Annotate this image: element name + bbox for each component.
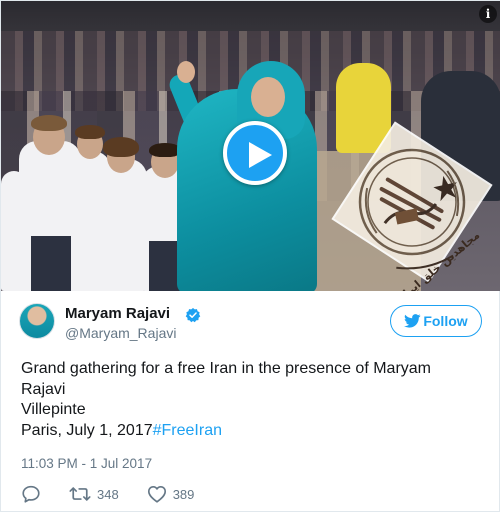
retweet-button[interactable]: 348: [69, 486, 119, 502]
hashtag-link[interactable]: #FreeIran: [153, 422, 222, 439]
follow-button[interactable]: Follow: [390, 305, 482, 337]
tweet-timestamp[interactable]: 11:03 PM - 1 Jul 2017: [21, 456, 152, 471]
retweet-icon: [69, 487, 91, 501]
like-button[interactable]: 389: [147, 485, 195, 503]
retweet-count: 348: [97, 486, 119, 502]
verified-badge-icon: [185, 308, 201, 323]
avatar[interactable]: [19, 303, 55, 339]
info-button[interactable]: i: [479, 5, 497, 23]
reply-icon: [22, 485, 40, 503]
tweet-text-line-with-hashtag: Paris, July 1, 2017#FreeIran: [21, 421, 481, 442]
embedded-tweet-card: مجاهدین خلق ایران i Maryam Rajavi @Marya…: [0, 0, 500, 512]
reply-button[interactable]: [21, 485, 41, 503]
play-video-button[interactable]: [223, 121, 287, 185]
tweet-text-line: Rajavi: [21, 380, 66, 398]
like-count: 389: [172, 486, 195, 502]
raised-hand: [177, 61, 195, 83]
author-display-name[interactable]: Maryam Rajavi: [65, 305, 170, 322]
organization-emblem-watermark: [331, 121, 493, 283]
tweet-text-line: Villepinte: [21, 401, 86, 418]
tweet-text-location: Paris, July 1, 2017: [21, 421, 153, 439]
author-handle[interactable]: @Maryam_Rajavi: [65, 325, 176, 341]
tweet-text: Grand gathering for a free Iran in the p…: [21, 359, 481, 441]
woman-face: [251, 77, 285, 117]
twitter-bird-icon: [404, 314, 421, 328]
tweet-actions: 348 389: [21, 483, 222, 505]
heart-icon: [147, 485, 166, 503]
play-icon: [249, 142, 272, 168]
follow-button-label: Follow: [423, 313, 468, 329]
tweet-video-thumbnail[interactable]: مجاهدین خلق ایران i: [1, 1, 500, 291]
tweet-text-line: Grand gathering for a free Iran in the p…: [21, 360, 431, 377]
